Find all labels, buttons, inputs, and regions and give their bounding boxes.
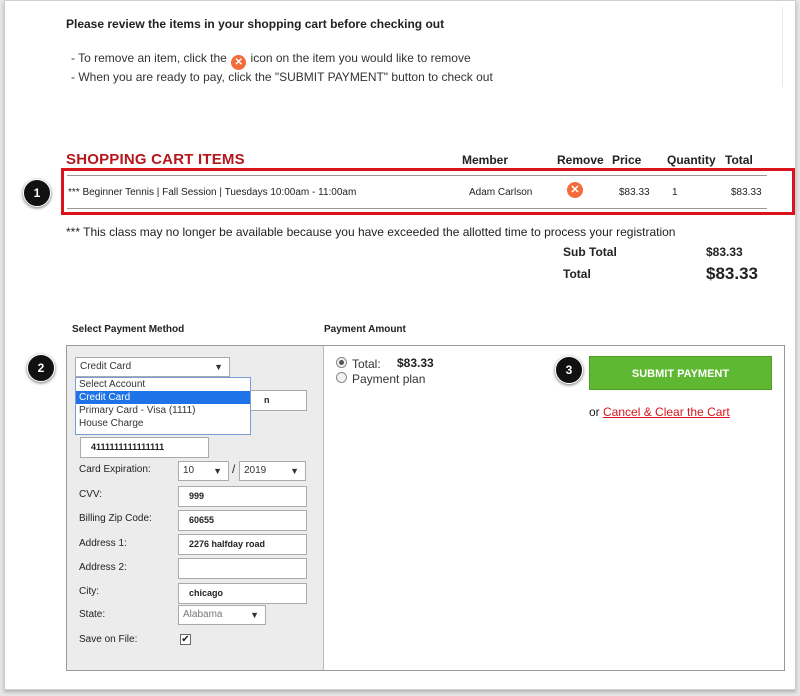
item-description: *** Beginner Tennis | Fall Session | Tue… [68, 187, 357, 198]
page-frame: Please review the items in your shopping… [4, 0, 796, 690]
header-remove: Remove [557, 153, 604, 167]
cart-title: SHOPPING CART ITEMS [66, 151, 245, 168]
chevron-down-icon: ▼ [250, 610, 259, 620]
header-price: Price [612, 153, 642, 167]
availability-notice: *** This class may no longer be availabl… [66, 225, 676, 239]
radio-total[interactable] [336, 357, 347, 368]
payment-total-label: Total: [352, 357, 381, 371]
cvv-input[interactable]: 999 [178, 486, 307, 507]
close-circle-icon: ✕ [231, 55, 247, 70]
row-divider [67, 175, 767, 176]
chevron-down-icon: ▼ [214, 362, 223, 372]
submit-payment-button[interactable]: SUBMIT PAYMENT [589, 356, 772, 390]
option-house-charge[interactable]: House Charge [76, 417, 250, 430]
save-on-file-checkbox[interactable]: ✔ [180, 634, 191, 645]
instruction-remove: - To remove an item, click the ✕ icon on… [71, 51, 471, 70]
address2-label: Address 2: [79, 562, 127, 573]
payment-amount-heading: Payment Amount [324, 324, 406, 335]
subtotal-value: $83.33 [706, 245, 743, 259]
card-number-input[interactable]: 4111111111111111 [80, 437, 209, 458]
address1-label: Address 1: [79, 538, 127, 549]
option-credit-card[interactable]: Credit Card [76, 391, 250, 404]
header-quantity: Quantity [667, 153, 716, 167]
cvv-label: CVV: [79, 489, 102, 500]
city-input[interactable]: chicago [178, 583, 307, 604]
payment-plan-label: Payment plan [352, 372, 426, 386]
chevron-down-icon: ▼ [213, 466, 222, 476]
address1-input[interactable]: 2276 halfday road [178, 534, 307, 555]
remove-item-button[interactable]: ✕ [567, 182, 583, 198]
cancel-clear-cart-link[interactable]: Cancel & Clear the Cart [603, 405, 730, 419]
zip-label: Billing Zip Code: [79, 513, 152, 524]
state-label: State: [79, 609, 106, 620]
instructions-title: Please review the items in your shopping… [66, 17, 445, 31]
zip-input[interactable]: 60655 [178, 510, 307, 531]
total-label: Total [563, 267, 591, 281]
checkmark-icon: ✔ [181, 634, 190, 645]
instruction-pay: - When you are ready to pay, click the "… [71, 70, 493, 84]
step-badge-1: 1 [23, 179, 51, 207]
name-on-card-input[interactable]: n [249, 390, 307, 411]
payment-method-heading: Select Payment Method [72, 324, 185, 335]
payment-total-value: $83.33 [397, 356, 434, 370]
payment-method-options: Select Account Credit Card Primary Card … [75, 377, 251, 435]
exp-year-select[interactable]: 2019 ▼ [239, 461, 306, 481]
state-select[interactable]: Alabama ▼ [178, 605, 266, 625]
item-member: Adam Carlson [469, 187, 533, 198]
option-select-account[interactable]: Select Account [76, 378, 250, 391]
chevron-down-icon: ▼ [290, 466, 299, 476]
step-badge-3: 3 [555, 356, 583, 384]
payment-method-select[interactable]: Credit Card ▼ [75, 357, 230, 377]
item-price: $83.33 [619, 187, 650, 198]
card-expiration-label: Card Expiration: [79, 464, 151, 475]
subtotal-label: Sub Total [563, 245, 617, 259]
exp-month-select[interactable]: 10 ▼ [178, 461, 229, 481]
exp-separator: / [232, 462, 236, 476]
cancel-row: or Cancel & Clear the Cart [589, 405, 730, 419]
item-total: $83.33 [731, 187, 762, 198]
header-total: Total [725, 153, 753, 167]
total-value: $83.33 [706, 264, 758, 283]
address2-input[interactable] [178, 558, 307, 579]
item-quantity: 1 [672, 187, 678, 198]
option-primary-card[interactable]: Primary Card - Visa (1111) [76, 404, 250, 417]
city-label: City: [79, 586, 99, 597]
radio-payment-plan[interactable] [336, 372, 347, 383]
divider [782, 7, 783, 87]
save-on-file-label: Save on File: [79, 634, 138, 645]
header-member: Member [462, 153, 509, 167]
row-divider [67, 208, 767, 209]
step-badge-2: 2 [27, 354, 55, 382]
